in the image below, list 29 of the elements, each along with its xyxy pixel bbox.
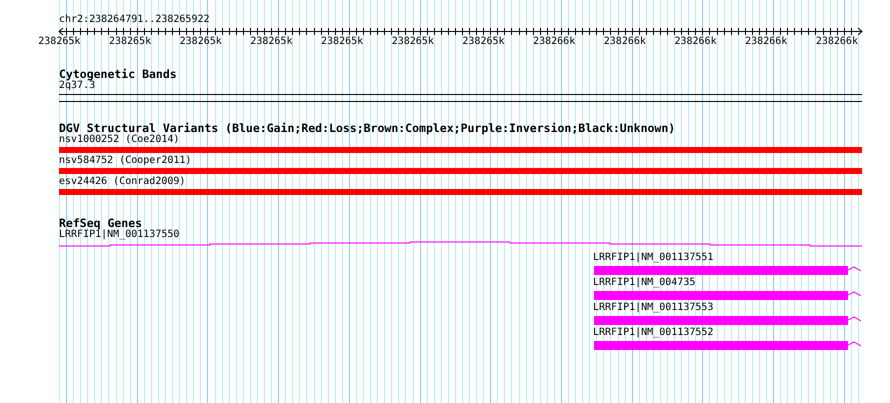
ruler-tick-label: 238266k [744,36,788,48]
variant-label: esv24426 (Conrad2009) [59,176,186,188]
ruler-tick-label: 238265k [37,36,82,48]
region-label: chr2:238264791..238265922 [59,14,210,26]
transcript-label: LRRFIP1|NM_001137552 [593,327,714,339]
intron-line [848,291,861,298]
ruler-tick-label: 238265k [108,36,152,48]
track-title: DGV Structural Variants (Blue:Gain;Red:Loss;Brown:Complex;Purple:Inversion;Black:Unknown) [59,122,676,134]
gene-label: LRRFIP1|NM_001137550 [59,229,180,241]
ruler-tick-label: 238266k [673,36,718,48]
transcript-label: LRRFIP1|NM_001137551 [593,252,714,264]
transcript-label: LRRFIP1|NM_004735 [593,277,696,289]
ruler-tick-label: 238265k [178,36,223,48]
ruler-tick-label: 238266k [532,36,576,48]
variant-label: nsv1000252 (Coe2014) [59,134,180,146]
band-label: 2q37.3 [59,80,96,92]
track-title: RefSeq Genes [59,217,142,229]
ruler-tick-label: 238265k [390,36,435,48]
track-title: Cytogenetic Bands [59,68,177,80]
variant-label: nsv584752 (Cooper2011) [59,155,192,167]
ruler-tick-label: 238265k [320,36,364,48]
transcript-label: LRRFIP1|NM_001137553 [593,302,714,314]
ruler-tick-label: 238266k [814,36,859,48]
ruler-tick-label: 238266k [602,36,647,48]
intron-line [848,316,861,323]
intron-line [848,341,861,348]
ruler-tick-label: 238265k [249,36,294,48]
intron-line [848,266,861,273]
ruler-tick-label: 238265k [461,36,506,48]
